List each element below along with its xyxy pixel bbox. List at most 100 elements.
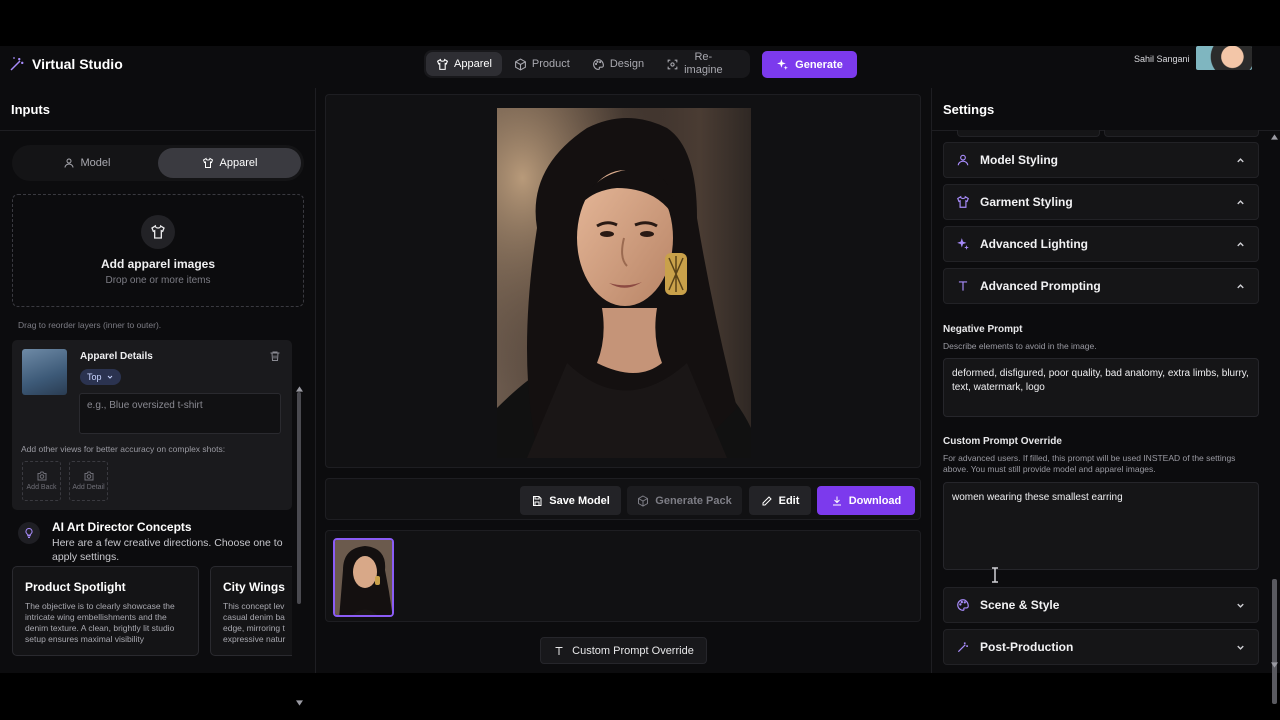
section-advanced-prompting[interactable]: Advanced Prompting xyxy=(943,268,1259,304)
section-scene-style[interactable]: Scene & Style xyxy=(943,587,1259,623)
edit-icon xyxy=(762,495,772,505)
shirt-icon xyxy=(436,58,449,70)
mode-switcher: Apparel Product Design Re- imagine xyxy=(424,50,750,78)
chevron-up-icon xyxy=(1237,158,1244,163)
gallery-thumbnail[interactable] xyxy=(333,538,394,617)
views-hint: Add other views for better accuracy on c… xyxy=(21,444,226,454)
user-avatar xyxy=(1195,46,1252,70)
trash-icon[interactable] xyxy=(269,350,281,362)
apparel-thumbnail[interactable] xyxy=(22,349,67,395)
save-model-button[interactable]: Save Model xyxy=(520,486,621,515)
sparkles-icon xyxy=(777,59,789,70)
apparel-details-title: Apparel Details xyxy=(80,351,153,362)
inputs-scrollbar-thumb[interactable] xyxy=(297,392,301,604)
magic-wand-icon xyxy=(10,57,24,71)
shirt-icon xyxy=(202,157,213,168)
box-icon xyxy=(515,57,526,71)
scroll-down-arrow[interactable] xyxy=(1271,662,1278,668)
mode-design[interactable]: Design xyxy=(582,52,654,76)
generate-pack-button[interactable]: Generate Pack xyxy=(627,486,742,515)
save-icon xyxy=(533,495,542,506)
settings-scrollbar-thumb[interactable] xyxy=(1272,579,1277,704)
shirt-icon xyxy=(957,195,969,208)
section-post-production[interactable]: Post-Production xyxy=(943,629,1259,665)
user-icon xyxy=(957,154,969,166)
collapsed-section-stub xyxy=(957,130,1100,137)
palette-icon xyxy=(593,58,604,70)
custom-prompt-override-label: Custom Prompt Override xyxy=(572,644,694,657)
concepts-title: AI Art Director Concepts xyxy=(52,520,192,534)
add-back-view-button[interactable]: Add Back xyxy=(22,461,61,501)
text-icon xyxy=(555,646,563,655)
concept-card-product-spotlight[interactable]: Product Spotlight The objective is to cl… xyxy=(12,566,199,656)
custom-prompt-label: Custom Prompt Override xyxy=(943,436,1062,447)
inputs-title: Inputs xyxy=(11,102,50,117)
chevron-up-icon xyxy=(1237,242,1244,247)
magic-wand-icon xyxy=(957,642,968,653)
settings-panel: Settings Model Styling Garment Styling A… xyxy=(931,88,1280,673)
generate-button[interactable]: Generate xyxy=(762,51,857,78)
generated-image[interactable] xyxy=(497,108,751,458)
mode-apparel[interactable]: Apparel xyxy=(426,52,502,76)
dropzone-title: Add apparel images xyxy=(100,257,216,271)
download-icon xyxy=(832,496,841,505)
save-model-label: Save Model xyxy=(549,494,610,507)
custom-prompt-textarea[interactable]: women wearing these smallest earring xyxy=(943,482,1259,570)
user-icon xyxy=(64,158,74,168)
tab-label: Apparel xyxy=(219,157,258,169)
inputs-scroll-area[interactable]: Apparel Details Top e.g., Blue oversized… xyxy=(12,340,292,670)
section-label: Advanced Prompting xyxy=(980,279,1101,293)
section-label: Advanced Lighting xyxy=(980,237,1088,251)
mode-reimagine[interactable]: Re- imagine xyxy=(656,51,733,76)
dropzone-subtitle: Drop one or more items xyxy=(105,275,211,286)
custom-prompt-override-button[interactable]: Custom Prompt Override xyxy=(540,637,707,664)
concept-title: Product Spotlight xyxy=(25,580,126,594)
image-actions-bar: Save Model Generate Pack Edit Download xyxy=(325,478,921,520)
concept-text: The objective is to clearly showcase the… xyxy=(25,601,175,644)
download-label: Download xyxy=(848,494,902,507)
apparel-description-input[interactable]: e.g., Blue oversized t-shirt xyxy=(79,393,281,434)
portrait-illustration xyxy=(497,108,751,458)
edit-button[interactable]: Edit xyxy=(749,486,811,515)
negative-prompt-textarea[interactable]: deformed, disfigured, poor quality, bad … xyxy=(943,358,1259,417)
reorder-hint: Drag to reorder layers (inner to outer). xyxy=(18,320,162,330)
section-label: Model Styling xyxy=(980,153,1058,167)
image-canvas xyxy=(325,94,921,468)
section-label: Post-Production xyxy=(980,640,1074,654)
generation-gallery xyxy=(325,530,921,622)
negative-prompt-help: Describe elements to avoid in the image. xyxy=(943,341,1097,351)
section-garment-styling[interactable]: Garment Styling xyxy=(943,184,1259,220)
section-model-styling[interactable]: Model Styling xyxy=(943,142,1259,178)
scroll-down-arrow[interactable] xyxy=(296,700,303,706)
camera-icon xyxy=(37,471,46,481)
collapsed-section-stub xyxy=(1104,130,1259,137)
app-name: Virtual Studio xyxy=(32,56,123,72)
section-advanced-lighting[interactable]: Advanced Lighting xyxy=(943,226,1259,262)
user-profile[interactable]: Sahil Sangani xyxy=(1134,46,1252,70)
mode-label: Product xyxy=(531,58,570,70)
text-cursor-icon xyxy=(992,567,998,583)
apparel-dropzone[interactable]: Add apparel images Drop one or more item… xyxy=(12,194,304,307)
generate-label: Generate xyxy=(795,58,843,71)
tab-model[interactable]: Model xyxy=(15,148,158,178)
brand[interactable]: Virtual Studio xyxy=(8,55,123,73)
negative-prompt-label: Negative Prompt xyxy=(943,324,1023,335)
lightbulb-icon xyxy=(25,527,33,538)
virtual-studio-app: Virtual Studio Apparel Product Design Re… xyxy=(0,46,1280,706)
edit-label: Edit xyxy=(778,494,800,507)
category-dropdown[interactable]: Top xyxy=(80,369,121,385)
tab-apparel[interactable]: Apparel xyxy=(158,148,301,178)
sparkles-icon xyxy=(957,238,969,250)
dropzone-icon-wrap xyxy=(141,215,175,249)
settings-title: Settings xyxy=(943,102,995,117)
palette-icon xyxy=(957,599,969,611)
concept-card-city-wings[interactable]: City Wings This concept lev casual denim… xyxy=(210,566,292,656)
mode-product[interactable]: Product xyxy=(504,52,580,76)
scroll-up-arrow[interactable] xyxy=(1271,134,1278,140)
download-button[interactable]: Download xyxy=(817,486,915,515)
section-label: Garment Styling xyxy=(980,195,1073,209)
input-type-tabs: Model Apparel xyxy=(12,145,304,181)
custom-prompt-help: For advanced users. If filled, this prom… xyxy=(943,453,1236,474)
add-detail-view-button[interactable]: Add Detail xyxy=(69,461,108,501)
user-name: Sahil Sangani xyxy=(1134,54,1190,64)
